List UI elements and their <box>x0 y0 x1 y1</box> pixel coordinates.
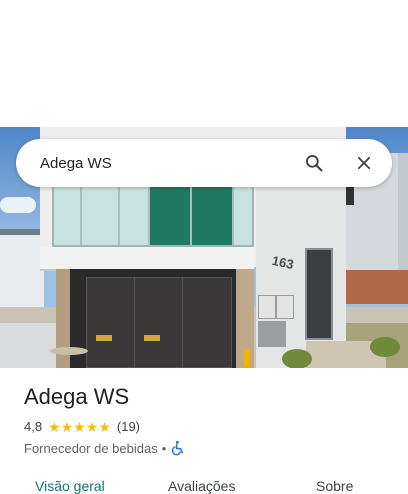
place-title: Adega WS <box>24 384 130 409</box>
tab-overview[interactable]: Visão geral <box>35 478 105 494</box>
photo-yellow-post <box>244 349 250 367</box>
tab-about[interactable]: Sobre <box>316 478 353 494</box>
photo-balcony <box>40 247 254 271</box>
photo-table <box>50 347 88 355</box>
place-tabs: Visão geral Avaliações Sobre <box>0 478 408 494</box>
star-icon: ★ <box>60 418 74 435</box>
wheelchair-icon <box>170 440 186 456</box>
photo-door-handle <box>144 335 160 341</box>
place-category: Fornecedor de bebidas <box>24 440 158 456</box>
star-icon: ★ <box>98 418 111 435</box>
search-bar[interactable]: Adega WS <box>16 139 392 187</box>
star-icon: ★ <box>85 418 99 435</box>
photo-bush <box>282 349 312 368</box>
photo-glass-door <box>182 277 232 368</box>
star-rating: ★ ★ ★ ★ ★ <box>48 420 111 434</box>
photo-mullion <box>232 187 234 245</box>
star-icon: ★ <box>48 418 61 435</box>
photo-fence <box>344 270 408 304</box>
search-icon <box>306 155 323 172</box>
photo-glass-door <box>86 277 136 368</box>
rating-value: 4,8 <box>24 419 43 434</box>
search-input[interactable]: Adega WS <box>40 155 282 172</box>
star-icon: ★ <box>73 418 86 435</box>
photo-meter-box <box>258 295 276 319</box>
top-blank-area <box>0 0 408 127</box>
search-button[interactable] <box>296 145 332 181</box>
photo-right-window <box>346 187 354 205</box>
photo-mullion <box>148 187 150 245</box>
photo-black-door <box>305 248 333 340</box>
rating-row[interactable]: 4,8 ★ ★ ★ ★ ★ (19) <box>24 419 140 434</box>
photo-door-handle <box>96 335 112 341</box>
photo-cloud <box>0 197 36 213</box>
photo-left-wall <box>0 323 60 368</box>
photo-right-post <box>398 153 408 271</box>
review-count[interactable]: (19) <box>117 419 140 434</box>
category-row: Fornecedor de bebidas • <box>24 440 186 456</box>
photo-grate <box>258 321 286 347</box>
photo-glass-door <box>134 277 184 368</box>
photo-mullion <box>190 187 192 245</box>
photo-bush <box>370 337 400 357</box>
tab-reviews[interactable]: Avaliações <box>168 478 235 494</box>
close-icon <box>357 156 371 170</box>
photo-mullion <box>118 187 120 245</box>
clear-search-button[interactable] <box>346 145 382 181</box>
photo-meter-box <box>276 295 294 319</box>
photo-mullion <box>80 187 82 245</box>
separator-dot: • <box>161 440 167 456</box>
